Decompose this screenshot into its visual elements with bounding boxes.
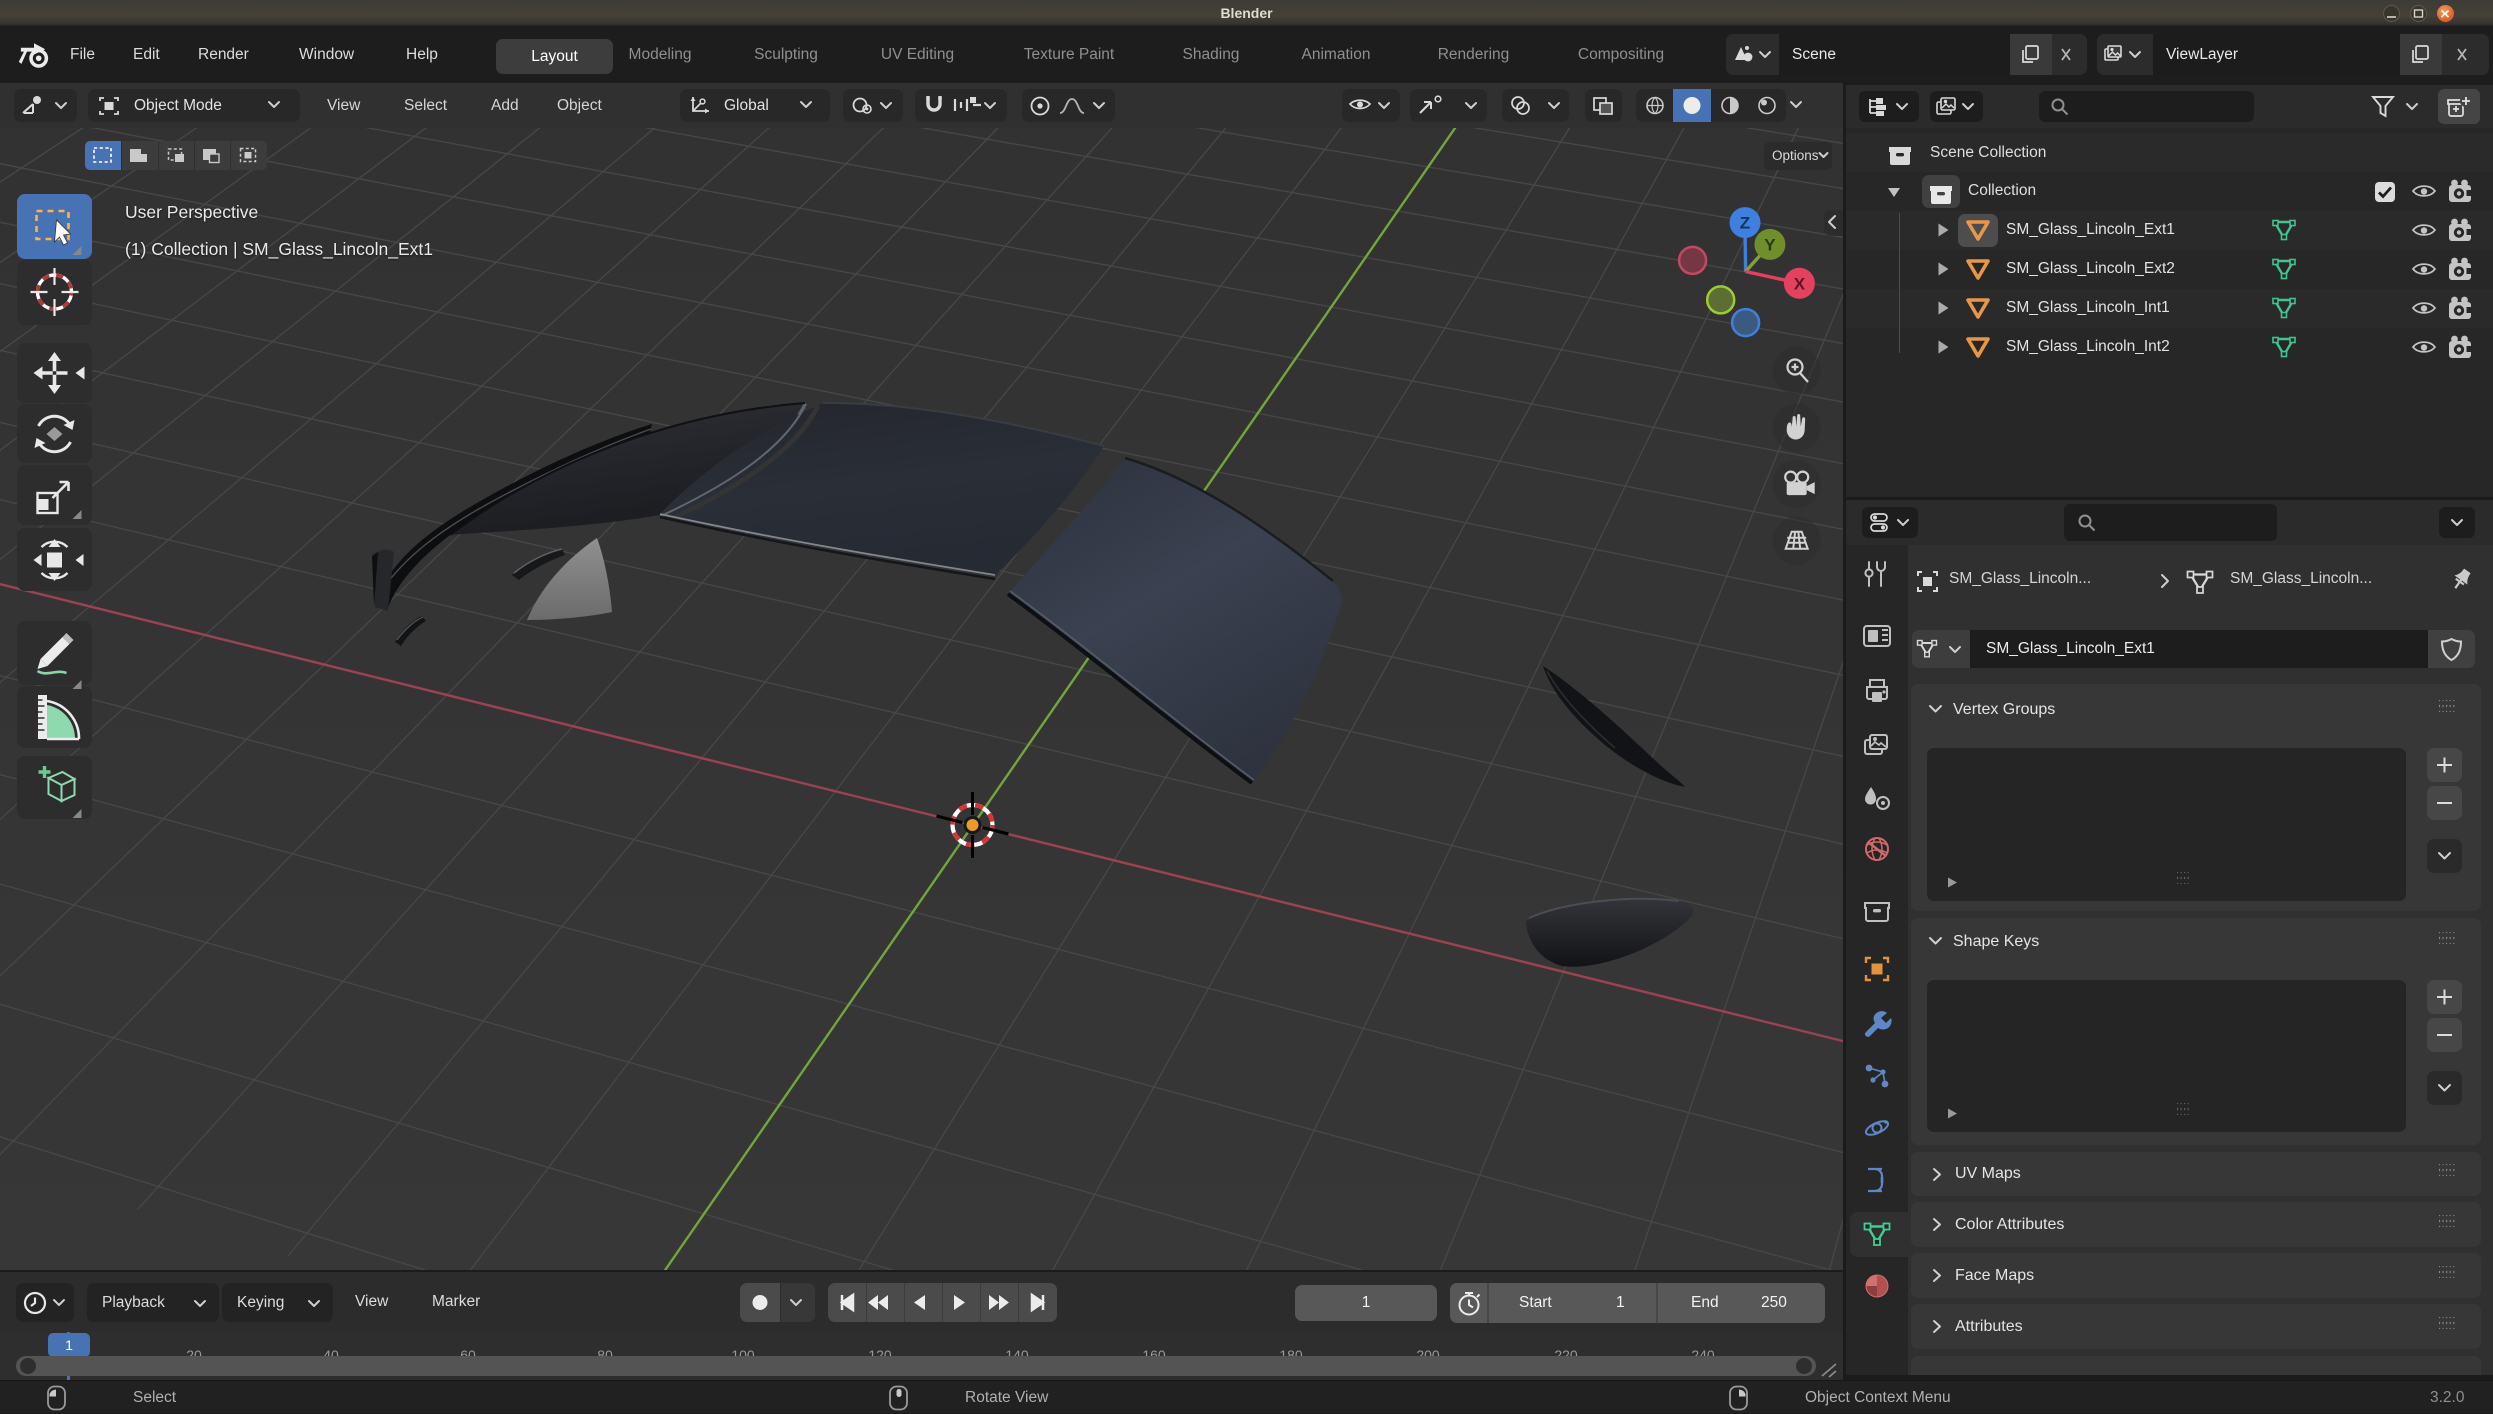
svg-text:Y: Y: [1764, 235, 1776, 254]
svg-text:Z: Z: [1740, 214, 1750, 233]
svg-text:X: X: [1794, 274, 1806, 293]
